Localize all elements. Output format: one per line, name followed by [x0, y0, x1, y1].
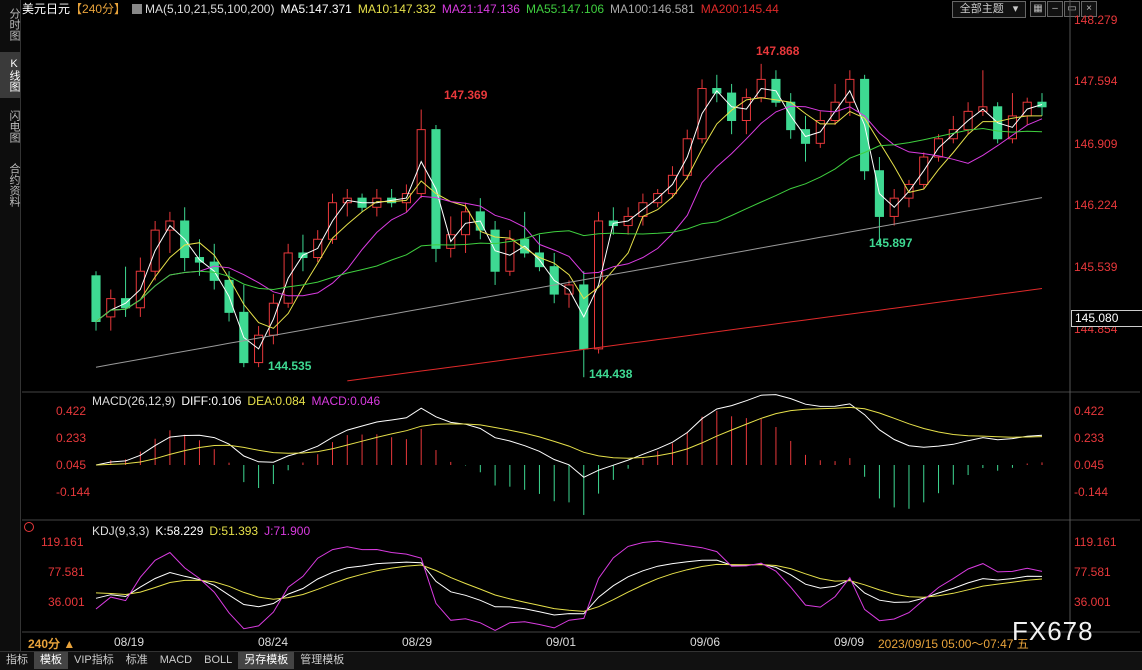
- date-label: 08/19: [114, 635, 145, 649]
- kdj-params: KDJ(9,3,3): [92, 524, 150, 538]
- tab-flash-chart[interactable]: 闪电图: [0, 104, 20, 148]
- macd-legend: MACD(26,12,9) DIFF:0.106 DEA:0.084 MACD:0.0…: [92, 394, 386, 408]
- kdj-tick: 77.581: [48, 565, 85, 579]
- date-label: 09/09: [834, 635, 865, 649]
- macd-tick: -0.144: [56, 485, 91, 499]
- tab-templates[interactable]: 模板: [34, 652, 68, 669]
- macd-histogram: [110, 410, 1043, 515]
- kdj-j-line: [95, 540, 1043, 631]
- tab-manage-templates[interactable]: 管理模板: [294, 652, 350, 669]
- low-annotation: 144.535: [268, 359, 312, 373]
- tab-indicators[interactable]: 指标: [0, 652, 34, 669]
- macd-tick: 0.045: [1074, 458, 1105, 472]
- candle-body: [91, 275, 101, 322]
- macd-tick: -0.144: [1074, 485, 1109, 499]
- time-axis: 240分 ▲ 08/19 08/24 08/29 09/01 09/06 09/…: [22, 633, 1140, 651]
- macd-tick: 0.045: [56, 458, 87, 472]
- kdj-settings-icon[interactable]: [24, 522, 34, 532]
- view-sidebar: 分时图 K线图 闪电图 合约资料: [0, 0, 21, 651]
- kdj-lines: [95, 540, 1043, 631]
- tab-standard[interactable]: 标准: [120, 652, 154, 669]
- ma100-line: [95, 197, 1043, 368]
- kdj-legend: KDJ(9,3,3) K:58.229 D:51.393 J:71.900: [92, 524, 316, 538]
- tab-save-template[interactable]: 另存模板: [238, 652, 295, 669]
- kdj-tick: 36.001: [48, 595, 85, 609]
- kdj-tick: 119.161: [41, 535, 84, 549]
- tab-vip-indicators[interactable]: VIP指标: [68, 652, 120, 669]
- macd-tick: 0.233: [56, 431, 87, 445]
- macd-params: MACD(26,12,9): [92, 394, 176, 408]
- date-label: 09/06: [690, 635, 721, 649]
- price-tick: 145.539: [1074, 260, 1118, 274]
- kdj-tick: 77.581: [1074, 565, 1111, 579]
- kdj-tick: 119.161: [1074, 535, 1117, 549]
- watermark-logo: FX678: [1012, 616, 1094, 646]
- price-tick: 146.224: [1074, 198, 1118, 212]
- ma5-line: [95, 87, 1043, 350]
- kdj-k: K:58.229: [155, 524, 204, 538]
- low-annotation: 144.438: [589, 367, 633, 381]
- kdj-d-line: [95, 563, 1043, 612]
- current-price-marker: 145.080: [1071, 310, 1142, 327]
- macd-diff: DIFF:0.106: [181, 394, 242, 408]
- price-tick: 147.594: [1074, 74, 1118, 88]
- kline-chart-area[interactable]: [22, 0, 1140, 651]
- kdj-tick: 36.001: [1074, 595, 1111, 609]
- kdj-k-line: [95, 559, 1043, 616]
- ma200-line: [347, 288, 1043, 382]
- candlesticks: [91, 63, 1047, 378]
- macd-value: MACD:0.046: [311, 394, 381, 408]
- tab-kline[interactable]: K线图: [0, 52, 20, 98]
- bottom-toolbar: 指标 模板 VIP指标 标准 MACD BOLL 另存模板 管理模板: [0, 651, 1142, 670]
- kdj-j: J:71.900: [264, 524, 311, 538]
- high-annotation: 147.868: [756, 44, 800, 58]
- tab-contract-info[interactable]: 合约资料: [0, 156, 20, 214]
- macd-tick: 0.422: [1074, 404, 1105, 418]
- high-annotation: 147.369: [444, 88, 488, 102]
- moving-average-lines: [95, 87, 1043, 382]
- tab-boll[interactable]: BOLL: [198, 652, 238, 669]
- date-label: 08/24: [258, 635, 289, 649]
- low-annotation: 145.897: [869, 236, 913, 250]
- candle-body: [106, 298, 116, 318]
- macd-dea: DEA:0.084: [247, 394, 306, 408]
- date-label: 09/01: [546, 635, 577, 649]
- macd-dea-line: [95, 406, 1043, 466]
- period-selector[interactable]: 240分 ▲: [28, 635, 75, 652]
- time-range: 2023/09/15 05:00～07:47 五: [878, 637, 1029, 651]
- tab-macd[interactable]: MACD: [154, 652, 198, 669]
- macd-tick: 0.422: [56, 404, 87, 418]
- tab-timeshare[interactable]: 分时图: [0, 2, 20, 46]
- macd-tick: 0.233: [1074, 431, 1105, 445]
- date-label: 08/29: [402, 635, 433, 649]
- price-tick: 146.909: [1074, 137, 1118, 151]
- kdj-d: D:51.393: [209, 524, 259, 538]
- price-tick: 148.279: [1074, 13, 1118, 27]
